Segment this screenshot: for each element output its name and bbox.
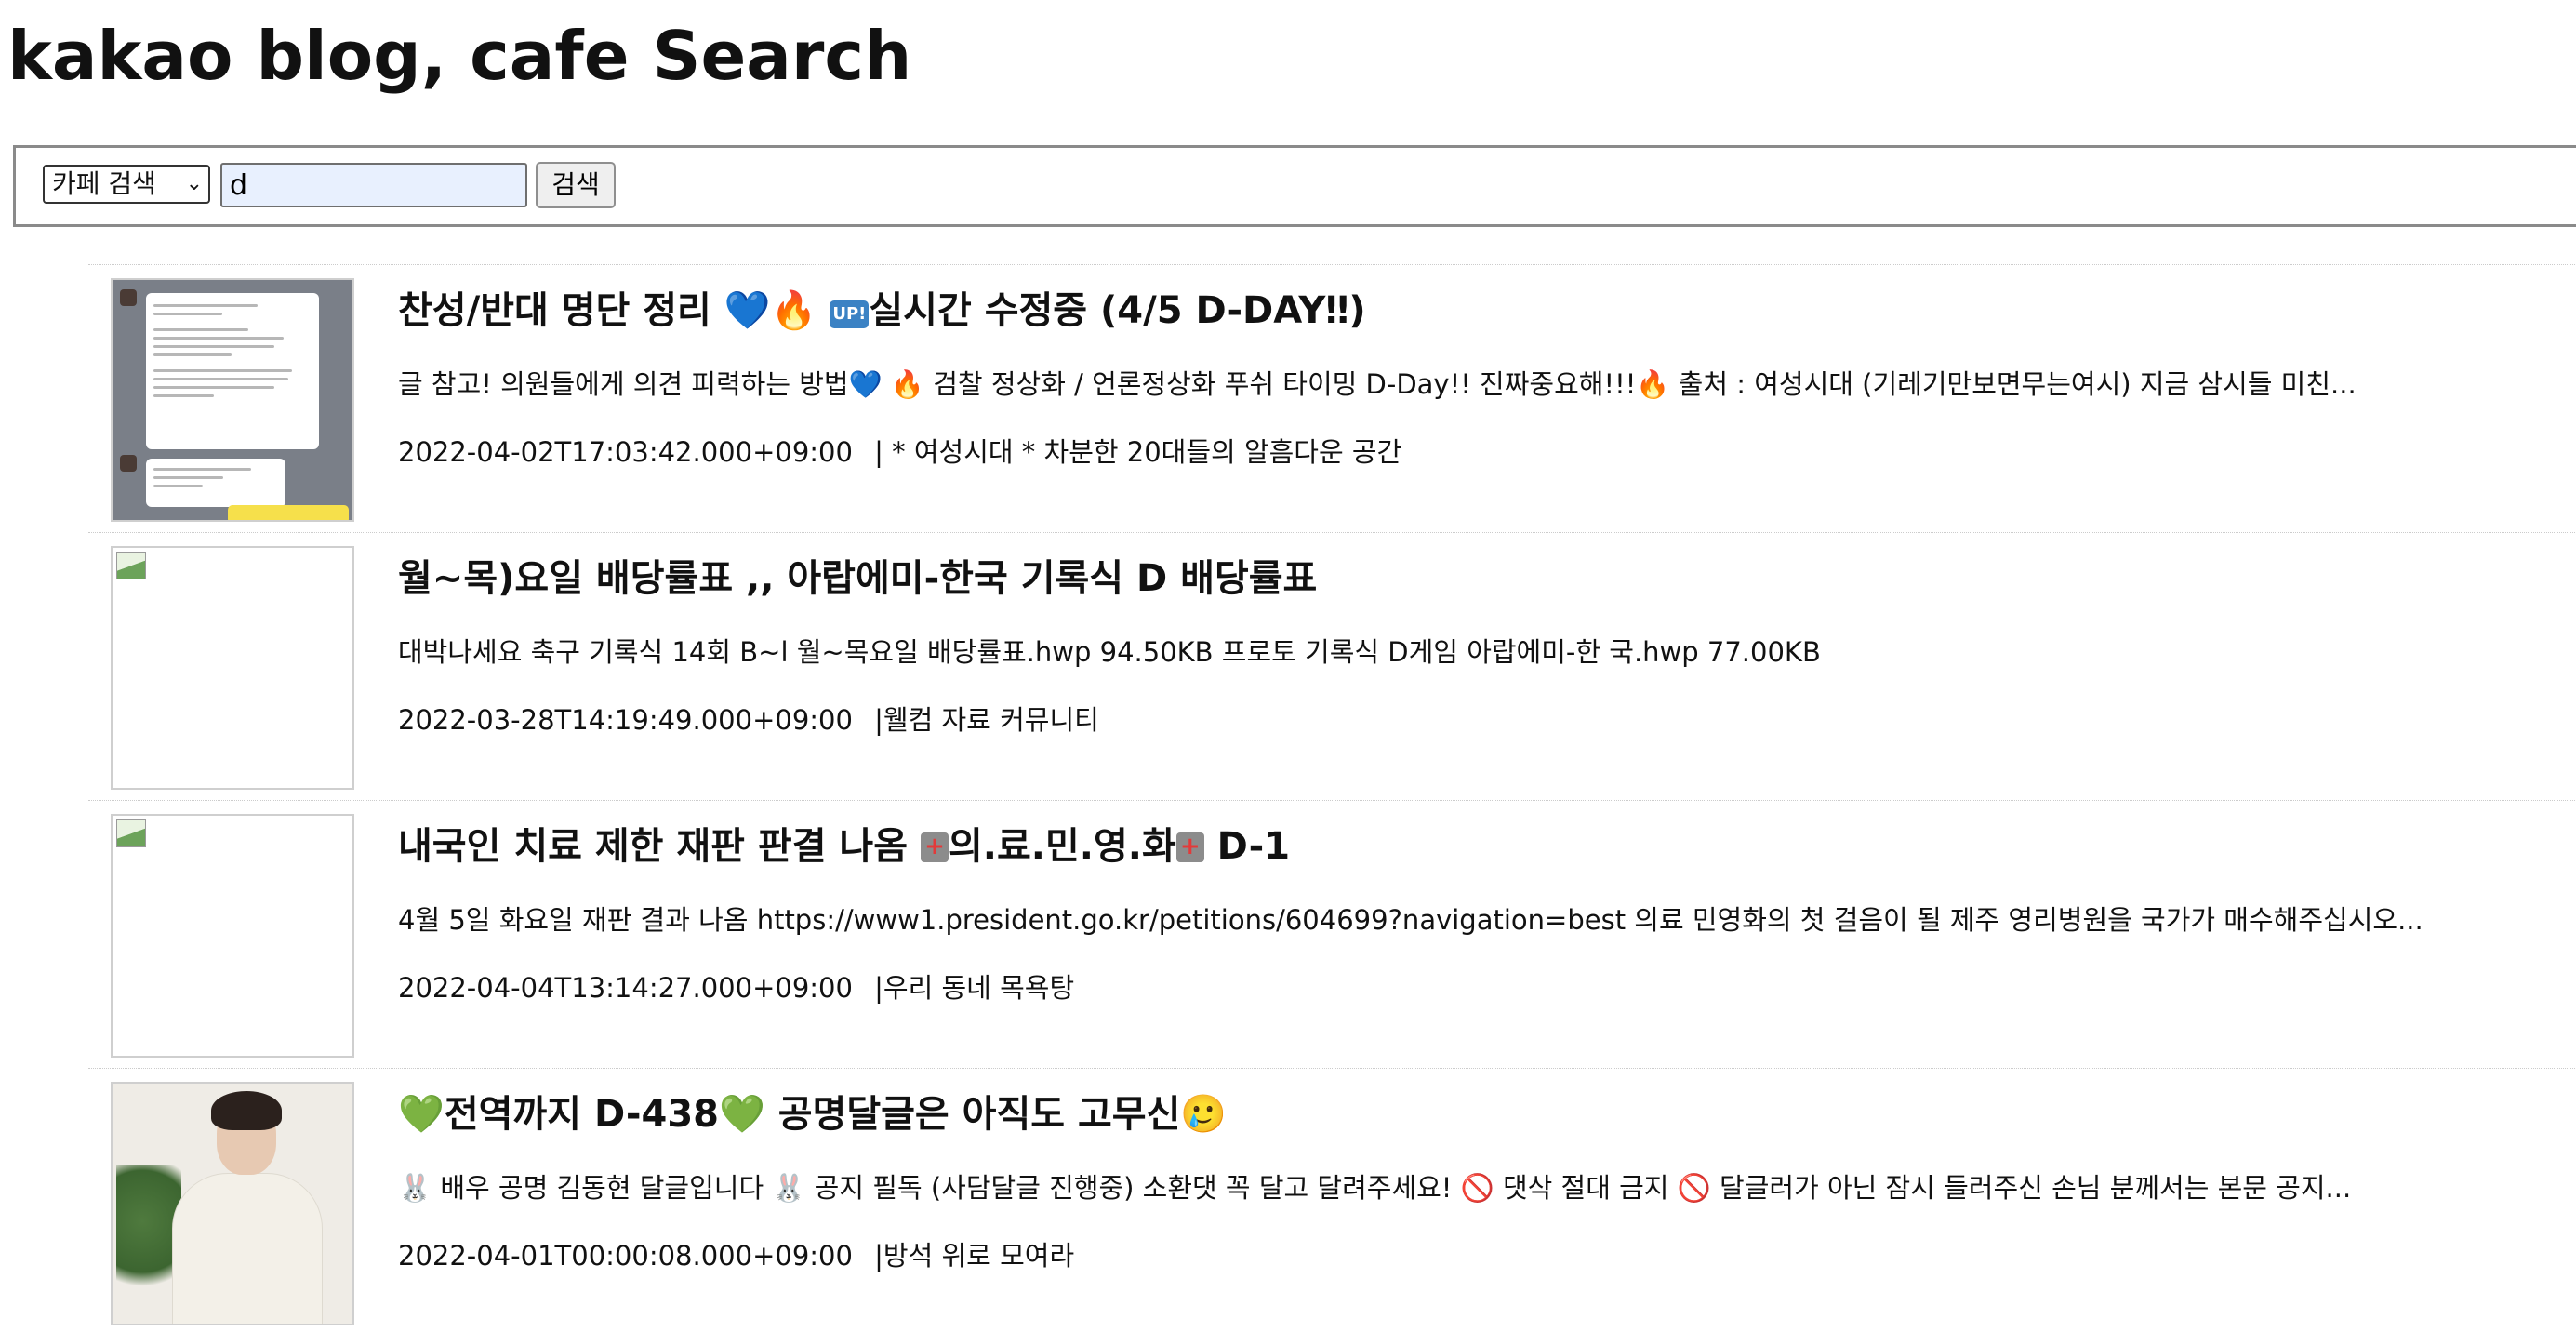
result-meta: 2022-03-28T14:19:49.000+09:00 |웰컴 자료 커뮤니… (398, 701, 1099, 739)
result-snippet: 대박나세요 축구 기록식 14회 B~l 월~목요일 배당률표.hwp 94.5… (398, 636, 1821, 668)
result-meta: 2022-04-04T13:14:27.000+09:00 |우리 동네 목욕탕 (398, 969, 1074, 1006)
result-item: 월~목)요일 배당률표 ,, 아랍에미-한국 기록식 D 배당률표 대박나세요 … (88, 532, 2576, 803)
search-button[interactable]: 검색 (536, 162, 616, 208)
hospital-icon (1175, 832, 1204, 862)
result-meta: 2022-04-02T17:03:42.000+09:00 | * 여성시대 *… (398, 433, 1401, 471)
green-heart-icon: 💚 (718, 1093, 765, 1136)
heart-fire-icon: 💙🔥 (724, 289, 817, 332)
search-category-select[interactable]: 카페 검색 ⌄ (43, 165, 210, 204)
search-category-value: 카페 검색 (52, 168, 156, 199)
result-item: 찬성/반대 명단 정리 💙🔥 UP!실시간 수정중 (4/5 D-DAY‼︎) … (88, 264, 2576, 535)
page-title: kakao blog, cafe Search (7, 17, 912, 95)
result-cafe-name[interactable]: | * 여성시대 * 차분한 20대들의 알흠다운 공간 (874, 436, 1401, 468)
result-title[interactable]: 월~목)요일 배당률표 ,, 아랍에미-한국 기록식 D 배당률표 (398, 552, 1317, 606)
result-item: 내국인 치료 제한 재판 판결 나옴 의.료.민.영.화 D-1 4월 5일 화… (88, 800, 2576, 1071)
result-snippet: 4월 5일 화요일 재판 결과 나옴 https://www1.presiden… (398, 904, 2423, 936)
hospital-icon (920, 832, 949, 862)
search-form: 카페 검색 ⌄ 검색 (13, 145, 2576, 227)
broken-image-icon (116, 552, 146, 579)
result-title[interactable]: 찬성/반대 명단 정리 💙🔥 UP!실시간 수정중 (4/5 D-DAY‼︎) (398, 284, 1366, 338)
search-input[interactable] (220, 163, 527, 207)
chevron-down-icon: ⌄ (185, 172, 203, 195)
result-datetime: 2022-04-04T13:14:27.000+09:00 (398, 972, 853, 1004)
result-datetime: 2022-04-02T17:03:42.000+09:00 (398, 436, 853, 468)
result-title[interactable]: 💚전역까지 D-438💚 공명달글은 아직도 고무신🥲 (398, 1087, 1227, 1141)
result-snippet: 🐰 배우 공명 김동현 달글입니다 🐰 공지 필독 (사담달글 진행중) 소환댓… (398, 1172, 2352, 1204)
result-thumbnail[interactable] (111, 814, 354, 1058)
result-cafe-name[interactable]: |방석 위로 모여라 (874, 1240, 1074, 1272)
result-meta: 2022-04-01T00:00:08.000+09:00 |방석 위로 모여라 (398, 1237, 1074, 1274)
result-datetime: 2022-04-01T00:00:08.000+09:00 (398, 1240, 853, 1272)
smiling-tear-icon: 🥲 (1180, 1093, 1228, 1136)
green-heart-icon: 💚 (398, 1093, 445, 1136)
up-badge-icon: UP! (830, 300, 870, 328)
result-cafe-name[interactable]: |웰컴 자료 커뮤니티 (874, 704, 1099, 736)
result-thumbnail[interactable] (111, 1082, 354, 1325)
result-cafe-name[interactable]: |우리 동네 목욕탕 (874, 972, 1074, 1004)
result-thumbnail[interactable] (111, 278, 354, 522)
result-item: 💚전역까지 D-438💚 공명달글은 아직도 고무신🥲 🐰 배우 공명 김동현 … (88, 1068, 2576, 1332)
broken-image-icon (116, 819, 146, 847)
result-title[interactable]: 내국인 치료 제한 재판 판결 나옴 의.료.민.영.화 D-1 (398, 819, 1290, 873)
result-thumbnail[interactable] (111, 546, 354, 790)
result-snippet: 글 참고! 의원들에게 의견 피력하는 방법💙 🔥 검찰 정상화 / 언론정상화… (398, 368, 2357, 400)
result-datetime: 2022-03-28T14:19:49.000+09:00 (398, 704, 853, 736)
